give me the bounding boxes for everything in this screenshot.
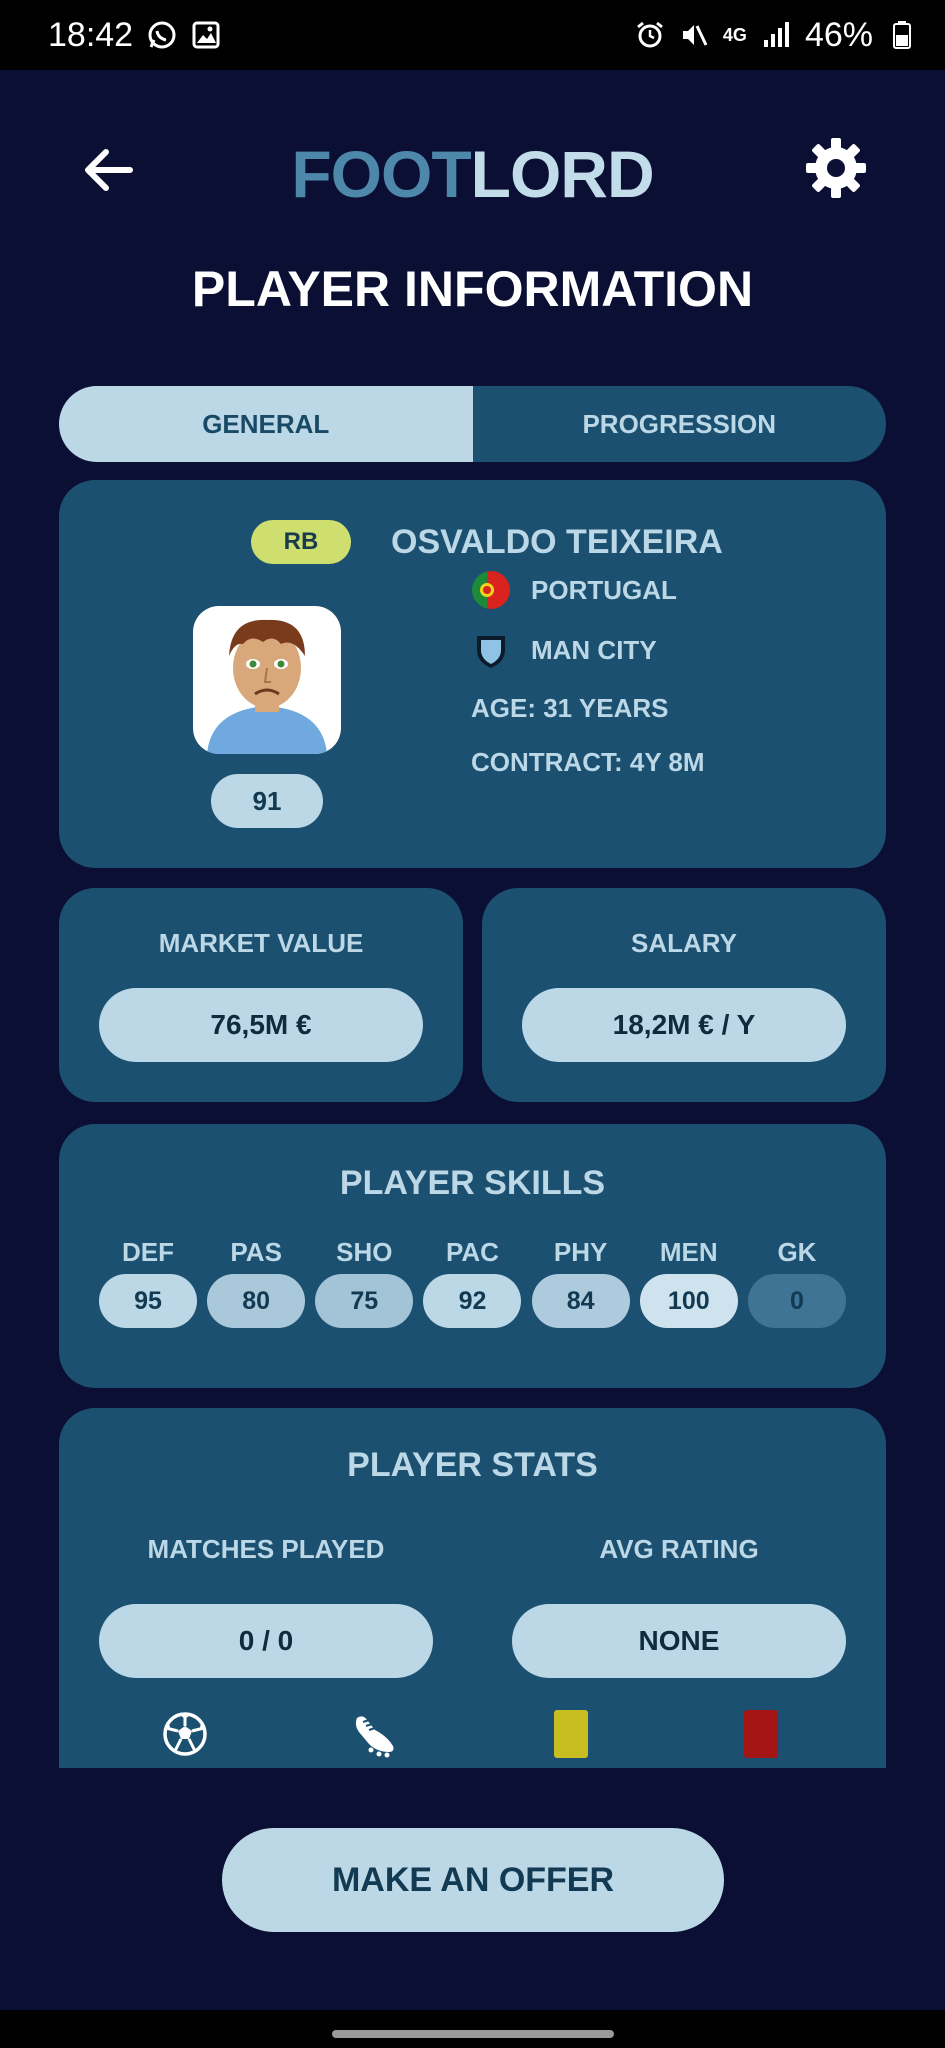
skill-label: SHO: [336, 1237, 393, 1267]
player-name: OSVALDO TEIXEIRA: [391, 523, 723, 561]
skills-title: PLAYER SKILLS: [339, 1164, 606, 1202]
skill-label: PHY: [553, 1237, 608, 1267]
boot-icon: [351, 1708, 399, 1760]
skill-phy: PHY 84: [531, 1234, 630, 1328]
settings-button[interactable]: [804, 136, 868, 200]
player-card: RB OSVALDO TEIXEIRA 91 PORTUGAL MAN CITY…: [59, 480, 886, 868]
market-value: 76,5M €: [99, 988, 423, 1062]
page-title: PLAYER INFORMATION: [191, 261, 754, 317]
skill-def: DEF 95: [99, 1234, 197, 1328]
mute-icon: [679, 20, 709, 50]
skill-men: MEN 100: [639, 1234, 738, 1328]
network-type: 4G: [722, 24, 747, 45]
logo-part-foot: FOOT: [291, 137, 471, 211]
nationality: PORTUGAL: [531, 574, 677, 605]
skill-value: 80: [207, 1274, 306, 1328]
logo-part-lord: LORD: [470, 137, 655, 211]
avg-rating-col: AVG RATING NONE: [512, 1534, 846, 1678]
nationality-row: PORTUGAL: [471, 568, 677, 612]
home-indicator[interactable]: [332, 2030, 614, 2038]
player-age: AGE: 31 YEARS: [471, 692, 669, 723]
status-time: 18:42: [48, 15, 134, 54]
salary-label: SALARY: [631, 928, 737, 958]
signal-icon: [761, 20, 791, 50]
club-name: MAN CITY: [531, 634, 657, 665]
contract-row: CONTRACT: 4Y 8M: [471, 740, 705, 784]
tab-progression[interactable]: PROGRESSION: [473, 386, 887, 462]
skill-sho: SHO 75: [315, 1234, 414, 1328]
player-skills-card: PLAYER SKILLS DEF 95 PAS 80 SHO 75 PAC 9…: [59, 1124, 886, 1388]
stats-title: PLAYER STATS: [347, 1446, 598, 1484]
avg-rating-label: AVG RATING: [599, 1534, 759, 1564]
status-left: 18:42: [48, 16, 221, 55]
player-contract: CONTRACT: 4Y 8M: [471, 746, 705, 777]
market-value-card: MARKET VALUE 76,5M €: [59, 888, 463, 1102]
skill-value: 92: [423, 1274, 522, 1328]
salary-card: SALARY 18,2M € / Y: [482, 888, 886, 1102]
image-icon: [191, 20, 221, 50]
club-shield-icon: [471, 630, 511, 670]
portugal-flag-icon: [471, 570, 511, 610]
soccer-ball-icon: [161, 1708, 209, 1760]
skill-pas: PAS 80: [207, 1234, 306, 1328]
matches-played-col: MATCHES PLAYED 0 / 0: [99, 1534, 433, 1678]
skill-label: MEN: [659, 1237, 718, 1267]
avg-rating-value: NONE: [512, 1604, 846, 1678]
battery-percent: 46%: [804, 15, 873, 54]
position-badge: RB: [251, 520, 351, 564]
whatsapp-icon: [147, 20, 177, 50]
system-nav-bar: [0, 2010, 945, 2048]
skill-value: 0: [747, 1274, 846, 1328]
gear-icon: [806, 138, 866, 198]
matches-played-label: MATCHES PLAYED: [147, 1534, 385, 1564]
salary-value: 18,2M € / Y: [522, 988, 846, 1062]
tab-general[interactable]: GENERAL: [59, 386, 473, 462]
matches-played-value: 0 / 0: [99, 1604, 433, 1678]
skill-value: 75: [315, 1274, 414, 1328]
make-offer-button[interactable]: MAKE AN OFFER: [222, 1828, 724, 1932]
market-value-label: MARKET VALUE: [158, 928, 364, 958]
skill-gk: GK 0: [747, 1234, 846, 1328]
skill-pac: PAC 92: [423, 1234, 522, 1328]
app-area: FOOTLORD PLAYER INFORMATION GENERAL PROG…: [0, 70, 945, 2010]
battery-icon: [887, 20, 917, 50]
status-right: 4G 46%: [635, 16, 917, 55]
skill-value: 95: [99, 1274, 197, 1328]
skill-value: 84: [531, 1274, 630, 1328]
red-card-icon: [737, 1708, 785, 1760]
overall-rating: 91: [211, 774, 323, 828]
skills-row: DEF 95 PAS 80 SHO 75 PAC 92 PHY 84 MEN 1…: [99, 1234, 846, 1328]
skill-label: GK: [777, 1237, 817, 1267]
status-bar: 18:42 4G 46%: [0, 0, 945, 70]
skill-value: 100: [639, 1274, 738, 1328]
skill-label: PAC: [445, 1237, 499, 1267]
tab-bar: GENERAL PROGRESSION: [59, 386, 886, 462]
player-avatar: [193, 606, 341, 754]
player-stats-card: PLAYER STATS MATCHES PLAYED 0 / 0 AVG RA…: [59, 1408, 886, 1768]
club-row: MAN CITY: [471, 628, 657, 672]
yellow-card-icon: [547, 1708, 595, 1760]
skill-label: PAS: [230, 1237, 282, 1267]
alarm-icon: [635, 20, 665, 50]
age-row: AGE: 31 YEARS: [471, 686, 668, 730]
top-bar: FOOTLORD: [0, 120, 945, 240]
skill-label: DEF: [122, 1237, 174, 1267]
